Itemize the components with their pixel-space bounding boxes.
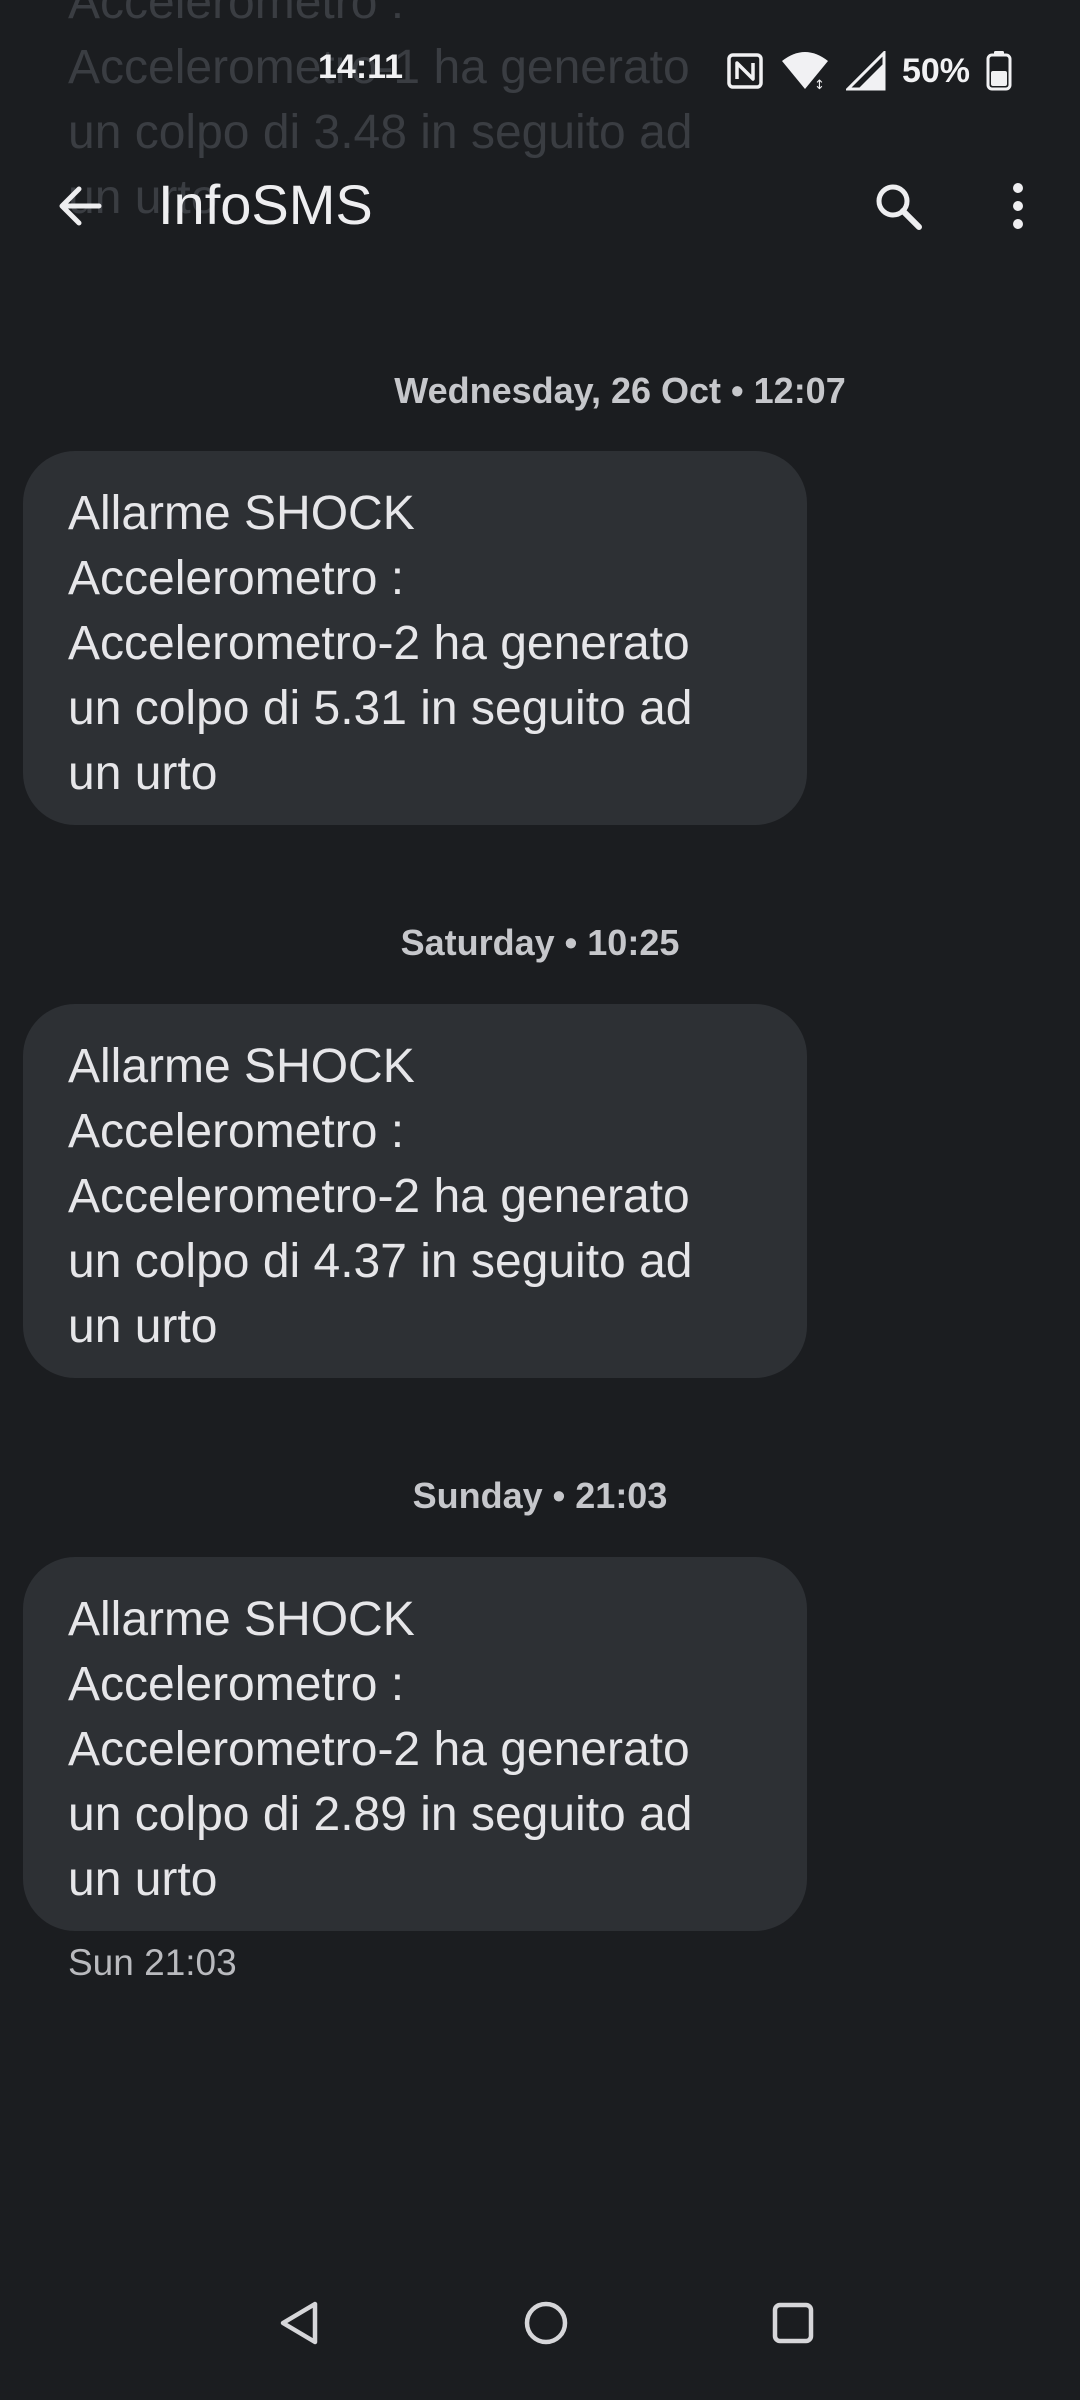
nav-back-button[interactable] [255, 2280, 345, 2370]
status-bar: 14:11 ↕ 50% [0, 0, 1080, 140]
back-button[interactable] [40, 168, 120, 248]
nav-back-icon [275, 2298, 325, 2353]
date-separator: Sunday • 21:03 [412, 1475, 668, 1516]
more-vert-icon [1008, 180, 1028, 237]
conversation-title: InfoSMS [158, 173, 373, 236]
search-icon [872, 180, 924, 237]
message-text: Allarme SHOCK Accelerometro : Accelerome… [68, 1593, 693, 1906]
message-timestamp: Sun 21:03 [68, 1942, 237, 1983]
more-options-button[interactable] [978, 168, 1058, 248]
message-bubble[interactable]: Allarme SHOCK Accelerometro : Accelerome… [23, 1004, 807, 1378]
cell-signal-icon [845, 51, 886, 91]
nav-home-button[interactable] [501, 2280, 591, 2370]
status-time: 14:11 [318, 48, 404, 86]
message-text: Allarme SHOCK Accelerometro : Accelerome… [68, 1040, 693, 1353]
nav-recents-icon [768, 2298, 818, 2353]
nfc-icon [726, 52, 764, 90]
messages-screen: Accelerometro : Accelerometro-1 ha gener… [0, 0, 1080, 2400]
wifi-icon: ↕ [780, 51, 830, 91]
app-bar: InfoSMS [0, 150, 1080, 260]
nav-home-icon [521, 2298, 571, 2353]
message-bubble[interactable]: Allarme SHOCK Accelerometro : Accelerome… [23, 451, 807, 825]
message-text: Allarme SHOCK Accelerometro : Accelerome… [68, 487, 693, 800]
nav-recents-button[interactable] [748, 2280, 838, 2370]
date-separator: Saturday • 10:25 [400, 922, 680, 963]
search-button[interactable] [858, 168, 938, 248]
navigation-bar [0, 2280, 1080, 2400]
message-bubble[interactable]: Allarme SHOCK Accelerometro : Accelerome… [23, 1557, 807, 1931]
back-arrow-icon [55, 181, 105, 236]
status-icons: ↕ 50% [726, 48, 1012, 94]
date-separator: Wednesday, 26 Oct • 12:07 [394, 370, 846, 411]
svg-text:↕: ↕ [814, 78, 825, 91]
battery-icon [986, 51, 1012, 91]
battery-percent: 50% [901, 51, 970, 90]
